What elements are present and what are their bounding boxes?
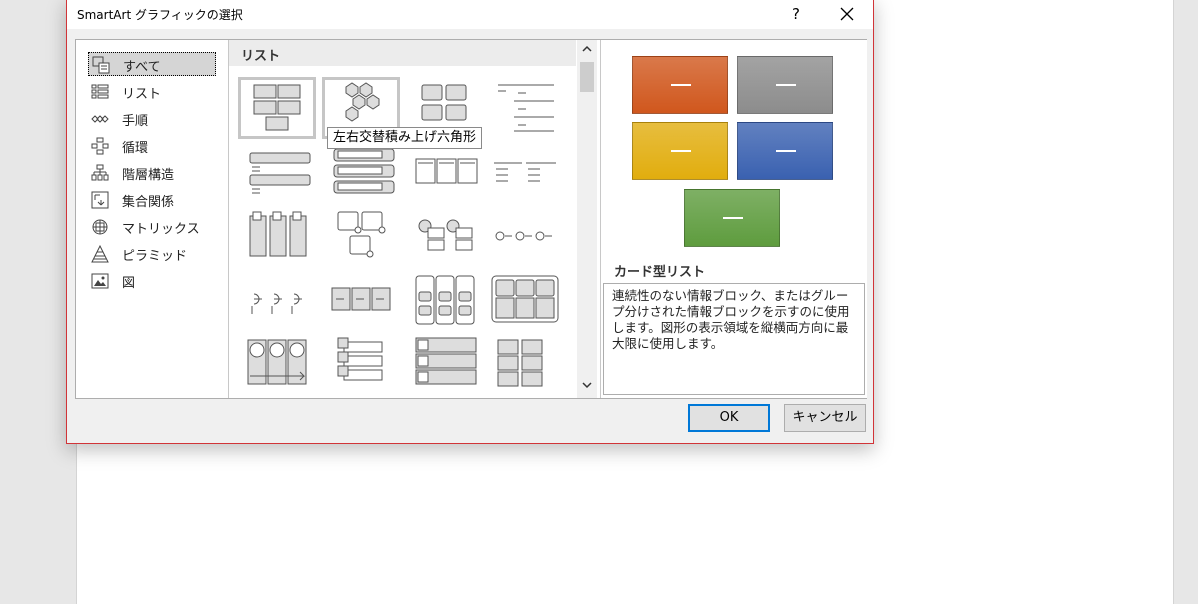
layout-tooltip: 左右交替積み上げ六角形 [327, 127, 483, 149]
category-label: 循環 [122, 141, 149, 156]
preview-card-gray [737, 56, 833, 114]
matrix-icon [92, 219, 108, 235]
ok-button[interactable]: OK [688, 404, 770, 432]
category-label: リスト [122, 87, 162, 102]
chevron-down-icon [582, 382, 592, 389]
category-pyramid[interactable]: ピラミッド [88, 242, 216, 266]
category-list-item[interactable]: リスト [88, 80, 216, 104]
preview-card-yellow [632, 122, 728, 180]
layout-thumb[interactable] [324, 208, 398, 266]
list-icon [91, 84, 109, 99]
category-process[interactable]: 手順 [88, 107, 216, 131]
category-label: すべて [123, 60, 161, 75]
close-icon [840, 7, 854, 21]
layout-thumb[interactable] [488, 208, 562, 266]
dialog-title: SmartArt グラフィックの選択 [77, 8, 243, 22]
smartart-dialog: SmartArt グラフィックの選択 ? すべて リスト 手順 循環 階層構造 … [66, 0, 874, 444]
category-label: ピラミッド [122, 249, 188, 264]
category-relationship[interactable]: 集合関係 [88, 188, 216, 212]
chevron-up-icon [582, 45, 592, 52]
scroll-thumb[interactable] [580, 62, 594, 92]
gallery-scrollbar[interactable] [577, 40, 597, 398]
gallery-section-header: リスト [229, 40, 576, 66]
preview-card-blue [737, 122, 833, 180]
layout-thumb[interactable] [324, 272, 398, 330]
layout-thumb[interactable] [408, 334, 482, 392]
category-picture[interactable]: 図 [88, 269, 216, 293]
dialog-titlebar: SmartArt グラフィックの選択 ? [67, 0, 873, 29]
layout-preview: カード型リスト 連続性のない情報ブロック、またはグループ分けされた情報ブロックを… [600, 40, 867, 398]
category-all[interactable]: すべて [88, 52, 216, 76]
layout-thumb[interactable] [240, 145, 314, 203]
preview-card-orange [632, 56, 728, 114]
cycle-icon [91, 137, 109, 155]
category-matrix[interactable]: マトリックス [88, 215, 216, 239]
layout-thumb[interactable] [408, 208, 482, 266]
layout-thumb[interactable] [488, 79, 562, 137]
scroll-up-button[interactable] [577, 42, 597, 60]
dialog-content: すべて リスト 手順 循環 階層構造 集合関係 マトリックス ピラミッド 図 リ… [75, 39, 867, 399]
layout-thumb[interactable] [324, 145, 398, 203]
layout-thumb[interactable] [240, 334, 314, 392]
cancel-button[interactable]: キャンセル [784, 404, 866, 432]
category-label: 手順 [122, 114, 149, 129]
layout-thumb[interactable] [240, 272, 314, 330]
gallery-section-title: リスト [241, 49, 281, 64]
layout-thumb[interactable] [240, 208, 314, 266]
category-list: すべて リスト 手順 循環 階層構造 集合関係 マトリックス ピラミッド 図 [76, 40, 229, 398]
layout-thumb[interactable] [488, 272, 562, 330]
close-button[interactable] [827, 1, 867, 27]
category-label: 図 [122, 276, 136, 291]
preview-title: カード型リスト [614, 265, 706, 280]
hierarchy-icon [91, 164, 109, 181]
pyramid-icon [91, 245, 109, 263]
picture-icon [91, 273, 109, 289]
scroll-down-button[interactable] [577, 378, 597, 396]
help-button[interactable]: ? [781, 1, 811, 27]
all-icon [92, 56, 110, 74]
preview-description: 連続性のない情報ブロック、またはグループ分けされた情報ブロックを示すのに使用しま… [603, 283, 865, 395]
layout-thumb[interactable] [408, 145, 482, 203]
layout-thumb[interactable] [238, 77, 316, 139]
category-hierarchy[interactable]: 階層構造 [88, 161, 216, 185]
process-icon [91, 115, 109, 123]
relationship-icon [91, 191, 109, 209]
layout-thumb[interactable] [488, 334, 562, 392]
category-label: 集合関係 [122, 195, 175, 210]
layout-thumb[interactable] [488, 145, 562, 203]
layout-gallery: リスト 左右交替積み上げ六角形 [229, 40, 599, 398]
category-cycle[interactable]: 循環 [88, 134, 216, 158]
layout-thumb[interactable] [408, 272, 482, 330]
category-label: マトリックス [122, 222, 200, 237]
layout-thumb[interactable] [324, 334, 398, 392]
category-label: 階層構造 [122, 168, 175, 183]
preview-card-green [684, 189, 780, 247]
